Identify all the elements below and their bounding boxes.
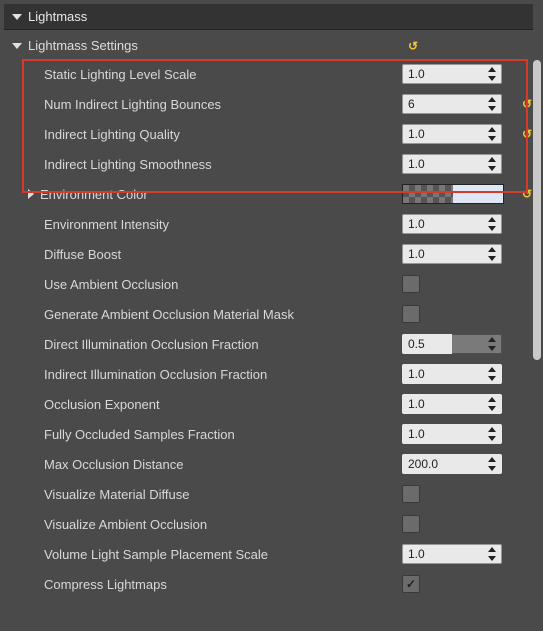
property-label: Static Lighting Level Scale [44,67,196,82]
spinbox-indirect-illum-occ-fraction[interactable]: 1.0 [402,364,502,384]
property-label: Diffuse Boost [44,247,121,262]
row-indirect-lighting-quality: Indirect Lighting Quality 1.0 ↺ [4,119,533,149]
collapse-icon [12,14,22,20]
spinner-icon [488,336,498,352]
spinner-icon [488,156,498,172]
property-rows: Static Lighting Level Scale 1.0 Num Indi… [4,59,533,599]
expand-icon[interactable] [28,189,34,199]
row-indirect-illum-occ-fraction: Indirect Illumination Occlusion Fraction… [4,359,533,389]
spinner-icon [488,396,498,412]
spinner-icon [488,546,498,562]
spinbox-environment-intensity[interactable]: 1.0 [402,214,502,234]
spinbox-occlusion-exponent[interactable]: 1.0 [402,394,502,414]
row-diffuse-boost: Diffuse Boost 1.0 [4,239,533,269]
row-visualize-ambient-occlusion: Visualize Ambient Occlusion [4,509,533,539]
reset-icon[interactable]: ↺ [408,39,418,53]
row-num-indirect-bounces: Num Indirect Lighting Bounces 6 ↺ [4,89,533,119]
row-environment-intensity: Environment Intensity 1.0 [4,209,533,239]
reset-icon[interactable]: ↺ [522,97,532,111]
spinner-icon [488,66,498,82]
property-label: Volume Light Sample Placement Scale [44,547,268,562]
property-label: Compress Lightmaps [44,577,167,592]
row-indirect-lighting-smoothness: Indirect Lighting Smoothness 1.0 [4,149,533,179]
section-header[interactable]: Lightmass [4,4,533,30]
property-label: Visualize Ambient Occlusion [44,517,207,532]
checkbox-compress-lightmaps[interactable] [402,575,420,593]
checkbox-visualize-material-diffuse[interactable] [402,485,420,503]
spinner-icon [488,126,498,142]
property-label: Visualize Material Diffuse [44,487,189,502]
property-label: Max Occlusion Distance [44,457,183,472]
reset-icon[interactable]: ↺ [522,187,532,201]
property-label: Indirect Illumination Occlusion Fraction [44,367,267,382]
scrollbar[interactable] [533,60,541,360]
property-label: Occlusion Exponent [44,397,160,412]
checkbox-visualize-ambient-occlusion[interactable] [402,515,420,533]
property-label: Generate Ambient Occlusion Material Mask [44,307,294,322]
row-occlusion-exponent: Occlusion Exponent 1.0 [4,389,533,419]
property-label: Environment Color [40,187,148,202]
spinbox-direct-illum-occ-fraction[interactable]: 0.5 [402,334,502,354]
spinner-icon [488,456,498,472]
checkbox-use-ambient-occlusion[interactable] [402,275,420,293]
property-label: Environment Intensity [44,217,169,232]
collapse-icon [12,43,22,49]
property-label: Use Ambient Occlusion [44,277,178,292]
row-max-occ-distance: Max Occlusion Distance 200.0 [4,449,533,479]
property-label: Indirect Lighting Quality [44,127,180,142]
property-label: Num Indirect Lighting Bounces [44,97,221,112]
section-body: Lightmass Settings ↺ Static Lighting Lev… [4,30,533,599]
spinbox-num-indirect-bounces[interactable]: 6 [402,94,502,114]
row-fully-occluded-fraction: Fully Occluded Samples Fraction 1.0 [4,419,533,449]
row-volume-sample-scale: Volume Light Sample Placement Scale 1.0 [4,539,533,569]
spinner-icon [488,366,498,382]
color-swatch-environment-color[interactable] [402,184,504,204]
row-static-lighting-level-scale: Static Lighting Level Scale 1.0 [4,59,533,89]
row-direct-illum-occ-fraction: Direct Illumination Occlusion Fraction 0… [4,329,533,359]
spinner-icon [488,96,498,112]
spinbox-max-occ-distance[interactable]: 200.0 [402,454,502,474]
spinbox-fully-occluded-fraction[interactable]: 1.0 [402,424,502,444]
spinbox-indirect-lighting-smoothness[interactable]: 1.0 [402,154,502,174]
spinbox-diffuse-boost[interactable]: 1.0 [402,244,502,264]
spinbox-static-lighting-level-scale[interactable]: 1.0 [402,64,502,84]
row-generate-ao-material-mask: Generate Ambient Occlusion Material Mask [4,299,533,329]
reset-icon[interactable]: ↺ [522,127,532,141]
property-label: Direct Illumination Occlusion Fraction [44,337,259,352]
property-label: Fully Occluded Samples Fraction [44,427,235,442]
spinner-icon [488,246,498,262]
row-visualize-material-diffuse: Visualize Material Diffuse [4,479,533,509]
lightmass-panel: Lightmass Lightmass Settings ↺ Static Li… [0,0,543,631]
subsection-title: Lightmass Settings [28,38,138,53]
spinner-icon [488,216,498,232]
spinbox-indirect-lighting-quality[interactable]: 1.0 [402,124,502,144]
row-compress-lightmaps: Compress Lightmaps [4,569,533,599]
property-label: Indirect Lighting Smoothness [44,157,212,172]
row-environment-color: Environment Color ↺ [4,179,533,209]
spinner-icon [488,426,498,442]
spinbox-volume-sample-scale[interactable]: 1.0 [402,544,502,564]
row-use-ambient-occlusion: Use Ambient Occlusion [4,269,533,299]
checkbox-generate-ao-material-mask[interactable] [402,305,420,323]
subsection-header[interactable]: Lightmass Settings ↺ [4,32,533,59]
section-title: Lightmass [28,9,87,24]
